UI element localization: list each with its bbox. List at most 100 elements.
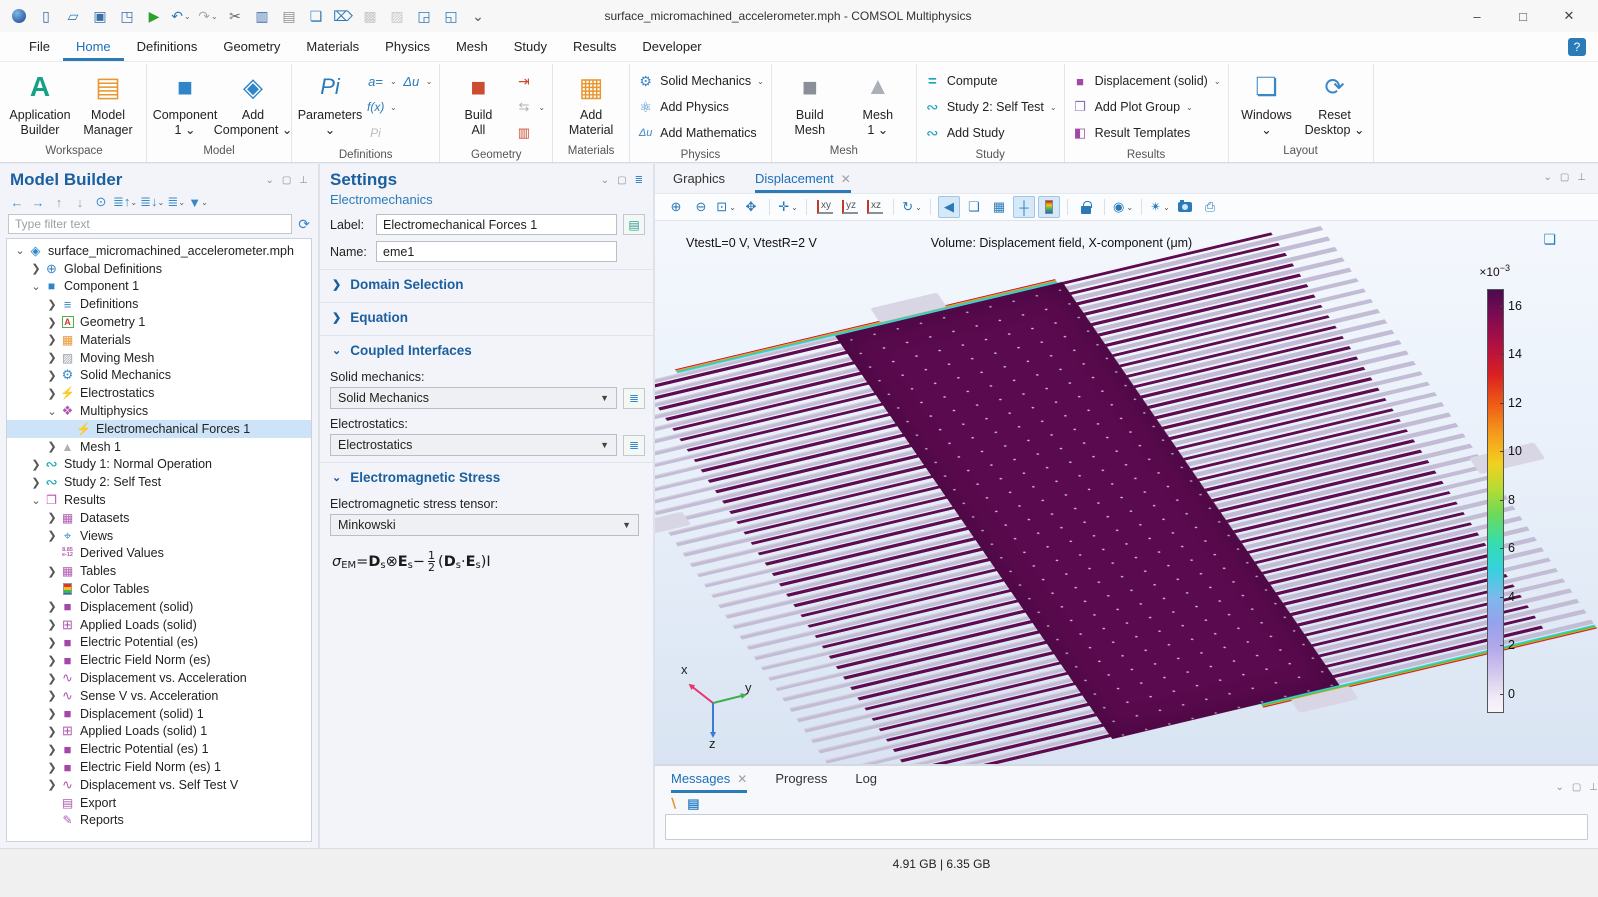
displacement-solid--button[interactable]: ■Displacement (solid)⌄ bbox=[1072, 68, 1221, 94]
save-icon[interactable]: ▣ bbox=[87, 3, 113, 29]
pin-panel-icon[interactable]: ⊥ bbox=[1577, 172, 1586, 183]
windows--button[interactable]: ❏Windows⌄ bbox=[1236, 66, 1298, 138]
panel-menu-icon[interactable]: ⌄ bbox=[601, 175, 609, 186]
chevron-right-icon[interactable]: ❯ bbox=[45, 778, 59, 791]
menu-definitions[interactable]: Definitions bbox=[124, 32, 211, 61]
add-plot-group-button[interactable]: ❐Add Plot Group⌄ bbox=[1072, 94, 1221, 120]
add-physics-button[interactable]: ⚛Add Physics bbox=[637, 94, 764, 120]
model-tree-node-text-icon[interactable]: ≣⌄ bbox=[167, 194, 185, 210]
maximize-button[interactable]: □ bbox=[1500, 0, 1546, 32]
go-to-default-view-icon[interactable]: ✛⌄ bbox=[777, 196, 799, 218]
chevron-right-icon[interactable]: ❯ bbox=[45, 672, 59, 685]
move-up-icon[interactable]: ↑ bbox=[50, 195, 68, 210]
new-file-icon[interactable]: ▯ bbox=[33, 3, 59, 29]
view-xy-icon[interactable]: xy bbox=[814, 196, 836, 218]
chevron-right-icon[interactable]: ❯ bbox=[45, 654, 59, 667]
refresh-icon[interactable]: ⟳ bbox=[298, 216, 310, 233]
snapshot-icon[interactable] bbox=[1174, 196, 1196, 218]
copy-as-image-disabled-icon[interactable]: ▩ bbox=[357, 3, 383, 29]
lock-view-icon[interactable] bbox=[1075, 196, 1097, 218]
move-down-icon[interactable]: ↓ bbox=[71, 195, 89, 210]
add-component-button[interactable]: ◈AddComponent ⌄ bbox=[222, 66, 284, 138]
tree-item[interactable]: ⌄■Component 1 bbox=[7, 278, 311, 296]
tree-item[interactable]: ❯∿Sense V vs. Acceleration bbox=[7, 687, 311, 705]
menu-file[interactable]: File bbox=[16, 32, 63, 61]
chevron-right-icon[interactable]: ❯ bbox=[45, 600, 59, 613]
save-to-model-manager-icon[interactable]: ◳ bbox=[114, 3, 140, 29]
paste-icon[interactable]: ▤ bbox=[276, 3, 302, 29]
chevron-right-icon[interactable]: ❯ bbox=[45, 298, 59, 311]
minimize-button[interactable]: – bbox=[1454, 0, 1500, 32]
interface-list-icon[interactable]: ≣ bbox=[623, 388, 645, 409]
chevron-right-icon[interactable]: ❯ bbox=[45, 529, 59, 542]
show-axis-orientation-icon[interactable]: ┼ bbox=[1013, 196, 1035, 218]
go-forward-icon[interactable]: → bbox=[29, 195, 47, 210]
chevron-right-icon[interactable]: ❯ bbox=[45, 565, 59, 578]
tree-item[interactable]: ❯■Electric Field Norm (es) bbox=[7, 651, 311, 669]
menu-study[interactable]: Study bbox=[501, 32, 560, 61]
print-icon[interactable]: ⎙ bbox=[1199, 196, 1221, 218]
chevron-right-icon[interactable]: ❯ bbox=[45, 511, 59, 524]
tree-item[interactable]: ❯▲Mesh 1 bbox=[7, 438, 311, 456]
chevron-right-icon[interactable]: ❯ bbox=[45, 387, 59, 400]
float-panel-icon[interactable]: ▢ bbox=[1560, 172, 1569, 183]
tree-item[interactable]: ❯■Displacement (solid) bbox=[7, 598, 311, 616]
menu-results[interactable]: Results bbox=[560, 32, 629, 61]
cut-icon[interactable]: ✂ bbox=[222, 3, 248, 29]
graphics-canvas[interactable]: VtestL=0 V, VtestR=2 V Volume: Displacem… bbox=[655, 221, 1598, 764]
reset-desktop-button[interactable]: ⟳ResetDesktop ⌄ bbox=[1304, 66, 1366, 138]
compute-button[interactable]: =Compute bbox=[924, 68, 1057, 94]
pi-gray-button[interactable]: Pi bbox=[367, 120, 397, 146]
chevron-right-icon[interactable]: ❯ bbox=[45, 707, 59, 720]
section-coupled-interfaces[interactable]: ⌄ Coupled Interfaces bbox=[320, 335, 653, 364]
tree-item[interactable]: ❯■Displacement (solid) 1 bbox=[7, 705, 311, 723]
chevron-right-icon[interactable]: ❯ bbox=[45, 440, 59, 453]
tree-item[interactable]: Color Tables bbox=[7, 580, 311, 598]
component-1-button[interactable]: ■Component1 ⌄ bbox=[154, 66, 216, 138]
messages-tab-messages[interactable]: Messages✕ bbox=[671, 771, 747, 793]
chevron-right-icon[interactable]: ❯ bbox=[45, 636, 59, 649]
open-file-icon[interactable]: ▱ bbox=[60, 3, 86, 29]
chevron-down-icon[interactable]: ⌄ bbox=[13, 244, 27, 257]
duplicate-icon[interactable]: ❏ bbox=[303, 3, 329, 29]
chevron-right-icon[interactable]: ❯ bbox=[45, 369, 59, 382]
tree-item[interactable]: ❯⌖Views bbox=[7, 527, 311, 545]
mesh-1-button[interactable]: ▲Mesh1 ⌄ bbox=[847, 66, 909, 138]
paste-special-disabled-icon[interactable]: ▨ bbox=[384, 3, 410, 29]
chevron-right-icon[interactable]: ❯ bbox=[45, 743, 59, 756]
chevron-right-icon[interactable]: ❯ bbox=[45, 725, 59, 738]
find-icon[interactable]: ◲ bbox=[411, 3, 437, 29]
virtual-operations-button[interactable]: ▥ bbox=[515, 120, 545, 146]
filter-icon[interactable]: ▼⌄ bbox=[188, 195, 208, 210]
fx-button[interactable]: f(x)⌄ bbox=[367, 94, 397, 120]
panel-menu-icon[interactable]: ⌄ bbox=[1543, 172, 1551, 183]
chevron-right-icon[interactable]: ❯ bbox=[45, 618, 59, 631]
messages-output[interactable] bbox=[665, 814, 1588, 840]
expand-all-icon[interactable]: ≣↓⌄ bbox=[140, 194, 164, 210]
close-button[interactable]: ✕ bbox=[1546, 0, 1592, 32]
plot-layers-icon[interactable]: ❏ bbox=[1543, 231, 1556, 248]
show-grid-icon[interactable]: ▦ bbox=[988, 196, 1010, 218]
section-equation[interactable]: ❯ Equation bbox=[320, 302, 653, 331]
section-electromagnetic-stress[interactable]: ⌄ Electromagnetic Stress bbox=[320, 462, 653, 491]
parameters--button[interactable]: PiParameters⌄ bbox=[299, 66, 361, 138]
help-icon[interactable]: ? bbox=[1568, 38, 1586, 56]
menu-home[interactable]: Home bbox=[63, 32, 124, 61]
collapse-all-icon[interactable]: ≣↑⌄ bbox=[113, 194, 137, 210]
tree-item[interactable]: ❯∿Displacement vs. Acceleration bbox=[7, 669, 311, 687]
chevron-right-icon[interactable]: ❯ bbox=[29, 458, 43, 471]
zoom-out-icon[interactable]: ⊖ bbox=[690, 196, 712, 218]
chevron-right-icon[interactable]: ❯ bbox=[45, 316, 59, 329]
build-all-button[interactable]: ■BuildAll bbox=[447, 66, 509, 138]
pin-panel-icon[interactable]: ⊥ bbox=[1589, 782, 1598, 793]
tree-item[interactable]: ✎Reports bbox=[7, 812, 311, 830]
tree-item[interactable]: ⚡Electromechanical Forces 1 bbox=[7, 420, 311, 438]
add-mathematics-button[interactable]: ΔuAdd Mathematics bbox=[637, 120, 764, 146]
float-panel-icon[interactable]: ▢ bbox=[617, 175, 626, 186]
go-back-icon[interactable]: ← bbox=[8, 195, 26, 210]
tree-item[interactable]: ❯⚡Electrostatics bbox=[7, 384, 311, 402]
chevron-down-icon[interactable]: ⌄ bbox=[29, 494, 43, 507]
name-input[interactable] bbox=[376, 241, 617, 262]
close-tab-icon[interactable]: ✕ bbox=[737, 772, 747, 786]
tree-item[interactable]: ❯■Electric Potential (es) 1 bbox=[7, 740, 311, 758]
